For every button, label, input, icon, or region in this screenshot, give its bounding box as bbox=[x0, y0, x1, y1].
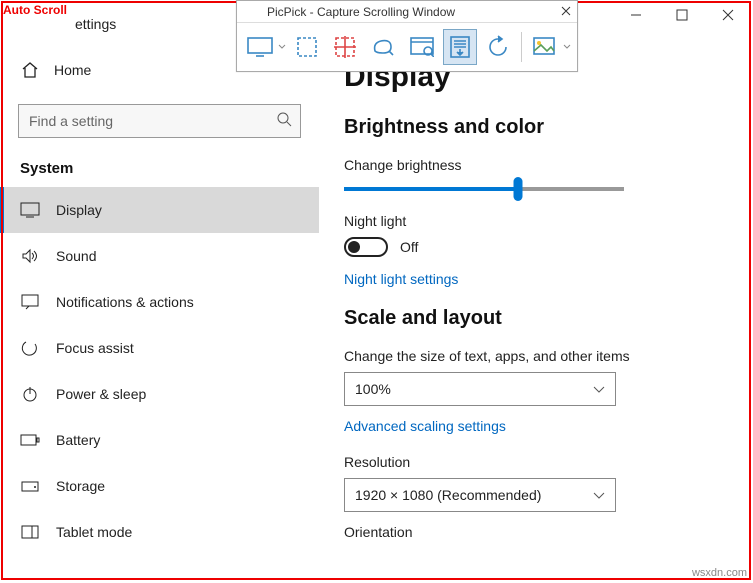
watermark: wsxdn.com bbox=[692, 567, 747, 579]
battery-icon bbox=[20, 434, 40, 446]
home-label: Home bbox=[54, 62, 91, 78]
section-brightness-color: Brightness and color bbox=[344, 116, 721, 139]
nav-label: Display bbox=[56, 202, 102, 218]
advanced-scaling-link[interactable]: Advanced scaling settings bbox=[344, 418, 721, 434]
nav-label: Battery bbox=[56, 432, 100, 448]
home-icon bbox=[20, 61, 40, 79]
repeat-capture-button[interactable] bbox=[481, 29, 515, 65]
brightness-label: Change brightness bbox=[344, 157, 721, 173]
nav-label: Storage bbox=[56, 478, 105, 494]
auto-scroll-label: Auto Scroll bbox=[3, 3, 67, 17]
power-icon bbox=[20, 385, 40, 403]
brightness-slider[interactable] bbox=[344, 187, 624, 191]
nav-label: Focus assist bbox=[56, 340, 134, 356]
sidebar-item-storage[interactable]: Storage bbox=[0, 463, 319, 509]
sidebar-section: System bbox=[0, 160, 319, 187]
sidebar-item-tablet-mode[interactable]: Tablet mode bbox=[0, 509, 319, 555]
night-light-label: Night light bbox=[344, 213, 721, 229]
toggle-knob bbox=[348, 241, 360, 253]
night-light-state: Off bbox=[400, 239, 418, 255]
resolution-select[interactable]: 1920 × 1080 (Recommended) bbox=[344, 478, 616, 512]
nav-label: Sound bbox=[56, 248, 96, 264]
capture-window-button[interactable] bbox=[405, 29, 439, 65]
sidebar: ettings Home Find a setting System Displ… bbox=[0, 0, 320, 581]
search-icon bbox=[276, 111, 292, 132]
sidebar-item-focus-assist[interactable]: Focus assist bbox=[0, 325, 319, 371]
search-placeholder: Find a setting bbox=[29, 113, 276, 129]
scale-label: Change the size of text, apps, and other… bbox=[344, 348, 721, 364]
night-light-toggle[interactable] bbox=[344, 237, 388, 257]
resolution-label: Resolution bbox=[344, 454, 721, 470]
resolution-value: 1920 × 1080 (Recommended) bbox=[355, 487, 541, 503]
minimize-button[interactable] bbox=[613, 0, 659, 30]
picpick-toolbar bbox=[237, 23, 577, 71]
section-scale-layout: Scale and layout bbox=[344, 307, 721, 330]
sidebar-item-sound[interactable]: Sound bbox=[0, 233, 319, 279]
toolbar-separator bbox=[521, 32, 522, 62]
chevron-down-icon[interactable] bbox=[563, 43, 571, 51]
sidebar-item-battery[interactable]: Battery bbox=[0, 417, 319, 463]
capture-fullscreen-button[interactable] bbox=[243, 29, 277, 65]
capture-region-button[interactable] bbox=[290, 29, 324, 65]
close-button[interactable] bbox=[705, 0, 751, 30]
capture-scrolling-button[interactable] bbox=[443, 29, 477, 65]
tablet-icon bbox=[20, 525, 40, 539]
chevron-down-icon bbox=[593, 487, 605, 503]
chevron-down-icon bbox=[593, 381, 605, 397]
content-pane: Display Brightness and color Change brig… bbox=[320, 0, 751, 581]
picpick-close-icon[interactable] bbox=[561, 5, 571, 19]
capture-fixed-region-button[interactable] bbox=[328, 29, 362, 65]
capture-freehand-button[interactable] bbox=[366, 29, 400, 65]
picpick-window: PicPick - Capture Scrolling Window bbox=[236, 0, 578, 72]
focus-assist-icon bbox=[20, 339, 40, 357]
nav-label: Power & sleep bbox=[56, 386, 146, 402]
nav-label: Tablet mode bbox=[56, 524, 132, 540]
settings-window: ettings Home Find a setting System Displ… bbox=[0, 0, 751, 581]
search-input[interactable]: Find a setting bbox=[18, 104, 301, 138]
picpick-titlebar[interactable]: PicPick - Capture Scrolling Window bbox=[237, 1, 577, 23]
scale-select[interactable]: 100% bbox=[344, 372, 616, 406]
display-icon bbox=[20, 202, 40, 218]
orientation-label: Orientation bbox=[344, 524, 721, 540]
sidebar-item-notifications[interactable]: Notifications & actions bbox=[0, 279, 319, 325]
maximize-button[interactable] bbox=[659, 0, 705, 30]
sidebar-item-power-sleep[interactable]: Power & sleep bbox=[0, 371, 319, 417]
slider-fill bbox=[344, 187, 518, 191]
night-light-settings-link[interactable]: Night light settings bbox=[344, 271, 721, 287]
scale-value: 100% bbox=[355, 381, 391, 397]
sidebar-item-display[interactable]: Display bbox=[0, 187, 319, 233]
picpick-title: PicPick - Capture Scrolling Window bbox=[267, 5, 455, 19]
slider-thumb[interactable] bbox=[513, 177, 522, 201]
storage-icon bbox=[20, 479, 40, 493]
nav-label: Notifications & actions bbox=[56, 294, 194, 310]
sound-icon bbox=[20, 248, 40, 264]
output-settings-button[interactable] bbox=[528, 29, 562, 65]
notifications-icon bbox=[20, 294, 40, 310]
chevron-down-icon[interactable] bbox=[278, 43, 286, 51]
